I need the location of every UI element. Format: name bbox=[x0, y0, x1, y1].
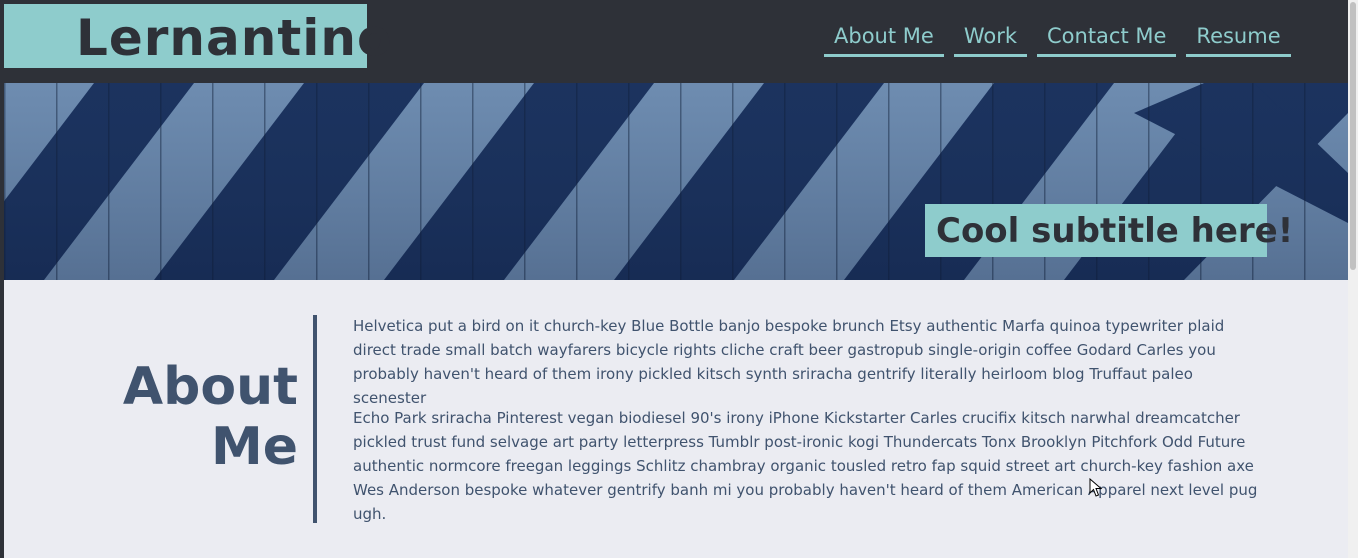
vertical-scrollbar[interactable] bbox=[1348, 0, 1358, 558]
about-paragraph-2: Echo Park sriracha Pinterest vegan biodi… bbox=[353, 409, 1258, 523]
nav-contact-me[interactable]: Contact Me bbox=[1037, 22, 1177, 57]
nav-resume[interactable]: Resume bbox=[1186, 22, 1291, 57]
nav-work[interactable]: Work bbox=[953, 22, 1027, 57]
page: Lernantino About Me Work Contact Me Resu… bbox=[0, 0, 1358, 558]
subtitle-badge: Cool subtitle here! bbox=[925, 204, 1293, 257]
scrollbar-thumb[interactable] bbox=[1350, 2, 1356, 270]
section-divider bbox=[313, 315, 317, 523]
mouse-pointer-icon bbox=[1089, 478, 1103, 497]
about-heading: About Me bbox=[122, 357, 298, 478]
about-section: About Me Helvetica put a bird on it chur… bbox=[4, 280, 1348, 558]
main-nav: About Me Work Contact Me Resume bbox=[824, 22, 1291, 57]
site-header: Lernantino About Me Work Contact Me Resu… bbox=[0, 0, 1348, 83]
logo-text[interactable]: Lernantino bbox=[76, 2, 392, 74]
nav-about-me[interactable]: About Me bbox=[824, 22, 944, 57]
about-paragraph-1: Helvetica put a bird on it church-key Bl… bbox=[353, 317, 1225, 407]
hero-subtitle: Cool subtitle here! bbox=[936, 211, 1294, 251]
logo[interactable]: Lernantino bbox=[4, 4, 391, 68]
hero-banner: Cool subtitle here! bbox=[4, 83, 1348, 280]
